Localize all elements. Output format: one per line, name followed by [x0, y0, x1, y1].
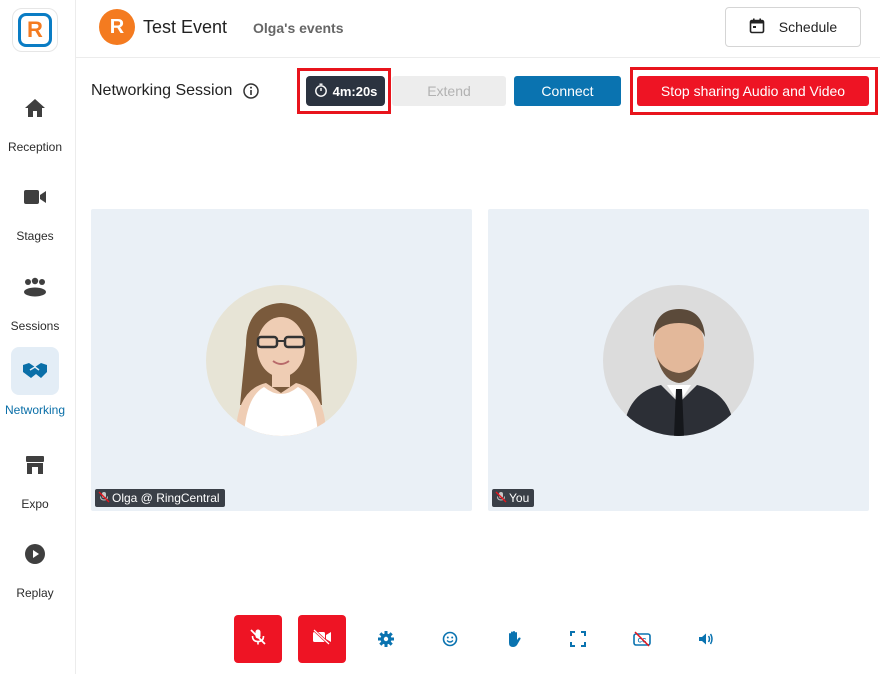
fullscreen-icon[interactable]: [566, 627, 590, 651]
session-title: Networking Session: [91, 82, 233, 99]
storefront-icon: [11, 441, 59, 489]
sidebar-item-reception[interactable]: Reception: [0, 84, 70, 154]
participant-name: Olga @ RingCentral: [112, 491, 220, 505]
event-avatar-letter: R: [109, 15, 125, 38]
extend-button[interactable]: Extend: [392, 76, 506, 106]
timer-value: 4m:20s: [332, 83, 378, 99]
emoji-icon[interactable]: [438, 627, 462, 651]
top-header: R Test Event Olga's events Schedule: [76, 0, 880, 58]
app-logo[interactable]: R: [12, 8, 58, 52]
schedule-button[interactable]: Schedule: [725, 7, 861, 47]
call-controls: CC: [0, 615, 880, 663]
speaker-icon[interactable]: [694, 627, 718, 651]
sidebar-item-sessions[interactable]: Sessions: [0, 263, 70, 333]
play-circle-icon: [11, 530, 59, 578]
participant-name-tag: Olga @ RingCentral: [95, 489, 225, 507]
sidebar-item-label: Reception: [7, 140, 63, 154]
calendar-icon: [749, 18, 765, 37]
camera-off-icon: [312, 628, 332, 650]
handshake-icon: [11, 347, 59, 395]
camera-toggle-button[interactable]: [298, 615, 346, 663]
mic-off-icon: [249, 628, 267, 651]
sidebar-item-replay[interactable]: Replay: [0, 530, 70, 600]
sidebar-item-label: Networking: [4, 403, 66, 417]
participant-tile[interactable]: Olga @ RingCentral: [91, 209, 472, 511]
sidebar-item-label: Expo: [21, 497, 49, 511]
event-title: Test Event: [143, 17, 228, 37]
avatar: [603, 285, 754, 436]
participant-name: You: [509, 491, 530, 505]
connect-button[interactable]: Connect: [514, 76, 621, 106]
avatar: [206, 285, 357, 436]
event-subtitle[interactable]: Olga's events: [253, 20, 343, 36]
sidebar-item-label: Stages: [16, 229, 54, 243]
captions-off-icon[interactable]: CC: [630, 627, 654, 651]
stopwatch-icon: [314, 83, 328, 100]
group-icon: [11, 263, 59, 311]
sidebar-item-label: Replay: [16, 586, 54, 600]
event-avatar: R: [99, 9, 135, 45]
sidebar-item-networking[interactable]: Networking: [0, 347, 70, 417]
stop-sharing-button[interactable]: Stop sharing Audio and Video: [637, 76, 869, 106]
participant-tile[interactable]: You: [488, 209, 869, 511]
mic-off-icon: [495, 491, 507, 506]
session-timer: 4m:20s: [306, 76, 385, 106]
sidebar: R Reception Stages Sessions Networking E…: [0, 0, 76, 674]
info-icon[interactable]: [243, 83, 259, 104]
participant-name-tag: You: [492, 489, 535, 507]
sidebar-item-label: Sessions: [10, 319, 60, 333]
mic-off-icon: [98, 491, 110, 506]
home-icon: [11, 84, 59, 132]
video-camera-icon: [11, 173, 59, 221]
sidebar-item-expo[interactable]: Expo: [0, 441, 70, 511]
raise-hand-icon[interactable]: [502, 627, 526, 651]
sidebar-item-stages[interactable]: Stages: [0, 173, 70, 243]
mute-toggle-button[interactable]: [234, 615, 282, 663]
logo-letter: R: [27, 17, 43, 42]
schedule-label: Schedule: [778, 19, 838, 35]
settings-icon[interactable]: [374, 627, 398, 651]
